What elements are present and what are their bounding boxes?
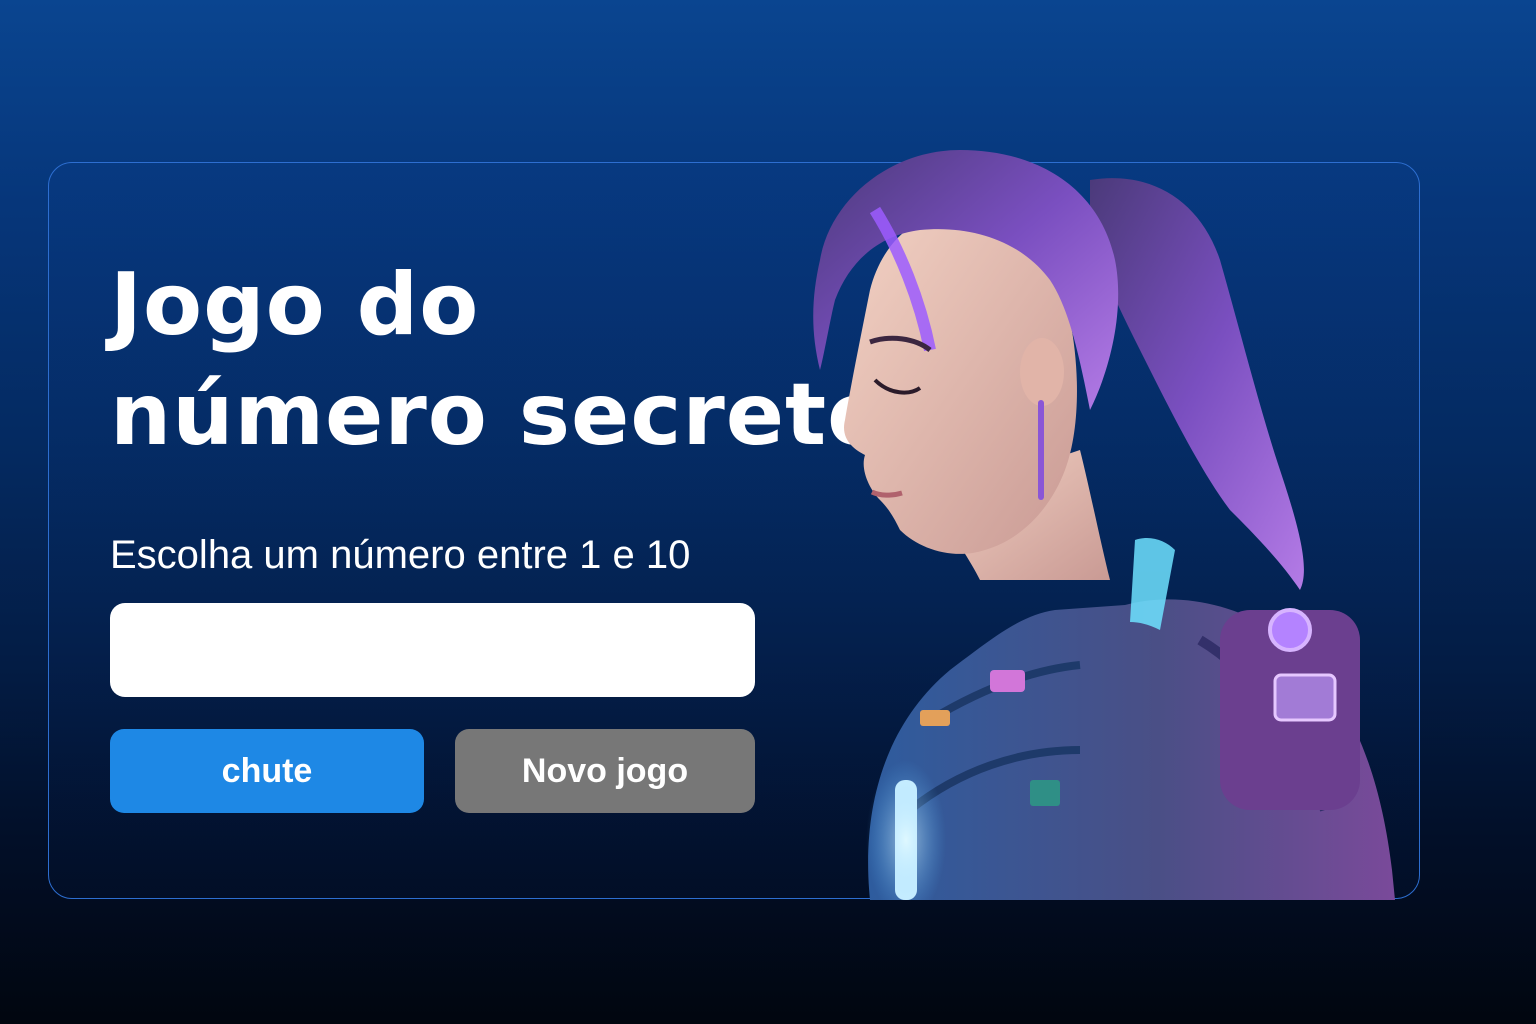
chest-badge <box>920 710 950 726</box>
ear <box>1020 338 1064 406</box>
ponytail <box>1090 178 1304 591</box>
guess-button[interactable]: chute <box>110 729 424 813</box>
shoulder-light <box>1268 608 1312 652</box>
earring <box>1038 400 1044 500</box>
page-title-line-2: número secreto <box>110 365 888 465</box>
guess-input[interactable] <box>110 603 755 697</box>
chest-badge <box>990 670 1025 692</box>
shoulder-panel <box>1273 673 1337 722</box>
page-title-line-1: Jogo do <box>110 255 480 355</box>
chest-badge <box>1030 780 1060 806</box>
character-illustration <box>813 150 1395 900</box>
page-title: Jogo do número secreto <box>110 250 888 470</box>
new-game-button[interactable]: Novo jogo <box>455 729 755 813</box>
instruction-text: Escolha um número entre 1 e 10 <box>110 533 691 577</box>
